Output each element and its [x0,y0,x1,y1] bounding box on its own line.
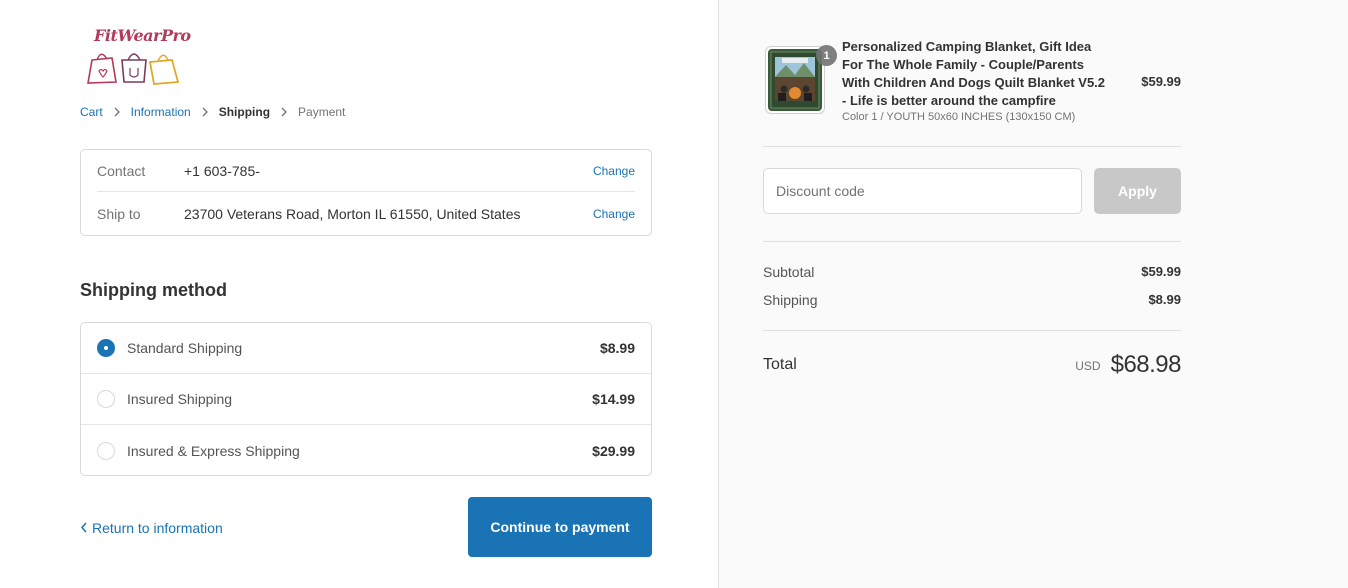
ship-to-value: 23700 Veterans Road, Morton IL 61550, Un… [184,206,521,222]
radio-unchecked[interactable] [97,441,115,460]
logo-wordmark: FitWearPro [94,26,191,45]
return-link-label: Return to information [92,520,223,536]
divider [763,330,1181,331]
shipping-option-standard[interactable]: Standard Shipping $8.99 [81,323,651,374]
subtotal-value: $59.99 [1141,264,1181,279]
breadcrumb: Cart Information Shipping Payment [80,105,345,119]
subtotal-label: Subtotal [763,264,815,280]
product-price: $59.99 [1141,74,1181,89]
shipping-option-name: Standard Shipping [127,340,243,356]
product-name: Personalized Camping Blanket, Gift Idea … [842,39,1106,108]
total-row: Total USD $68.98 [763,348,1182,382]
line-item: 1 Personalized Camping Blanket, Gift Ide… [763,38,1181,128]
continue-to-payment-button[interactable]: Continue to payment [468,497,652,557]
shipping-method-title: Shipping method [80,280,227,300]
ship-to-row: Ship to 23700 Veterans Road, Morton IL 6… [97,193,635,235]
shipping-cost-label: Shipping [763,292,818,308]
total-amount: USD $68.98 [1075,351,1181,379]
shopping-bags-icon [87,53,180,85]
total-value: $68.98 [1110,351,1182,378]
radio-unchecked[interactable] [97,390,115,408]
quantity-badge: 1 [816,45,837,66]
divider [763,146,1181,147]
shipping-option-price: $14.99 [592,391,635,407]
total-label: Total [763,356,797,373]
checkout-main: FitWearPro Cart Information Shipping Pay… [0,0,718,588]
store-logo[interactable]: FitWearPro [86,24,196,86]
contact-value: +1 603-785- [184,162,260,179]
radio-checked[interactable] [97,339,115,357]
discount-code-input[interactable] [763,168,1082,214]
shipping-cost-row: Shipping $8.99 [763,292,1181,308]
shipping-option-name: Insured & Express Shipping [127,442,300,459]
shipping-option-price: $8.99 [599,340,635,356]
shipping-option-name: Insured Shipping [127,391,233,407]
breadcrumb-cart[interactable]: Cart [80,105,103,119]
chevron-right-icon [113,107,121,117]
currency-code: USD [1075,359,1101,373]
product-thumbnail: 1 [765,45,837,114]
breadcrumb-shipping: Shipping [218,105,271,119]
breadcrumb-payment: Payment [298,105,346,119]
apply-discount-button[interactable]: Apply [1094,168,1181,214]
order-summary: 1 Personalized Camping Blanket, Gift Ide… [718,0,1348,588]
shipping-option-insured[interactable]: Insured Shipping $14.99 [81,374,651,425]
return-to-information-link[interactable]: Return to information [80,520,223,536]
change-contact-link[interactable]: Change [593,164,635,178]
shipping-cost-value: $8.99 [1148,292,1181,307]
blanket-image [768,49,822,111]
divider [763,241,1181,242]
shipping-option-price: $29.99 [592,442,635,459]
shipping-method-list: Standard Shipping $8.99 Insured Shipping… [80,322,652,476]
subtotal-row: Subtotal $59.99 [763,264,1181,280]
contact-row: Contact +1 603-785- Change [97,150,635,192]
ship-to-label: Ship to [97,206,141,222]
change-address-link[interactable]: Change [593,207,635,221]
product-variant: Color 1 / YOUTH 50x60 INCHES (130x150 CM… [842,111,1076,123]
breadcrumb-information[interactable]: Information [131,105,191,119]
chevron-right-icon [280,107,288,117]
review-block: Contact +1 603-785- Change Ship to 23700… [80,149,652,236]
contact-label: Contact [97,162,146,179]
chevron-right-icon [201,107,209,117]
shipping-option-insured-express[interactable]: Insured & Express Shipping $29.99 [81,425,651,476]
chevron-left-icon [80,520,87,536]
